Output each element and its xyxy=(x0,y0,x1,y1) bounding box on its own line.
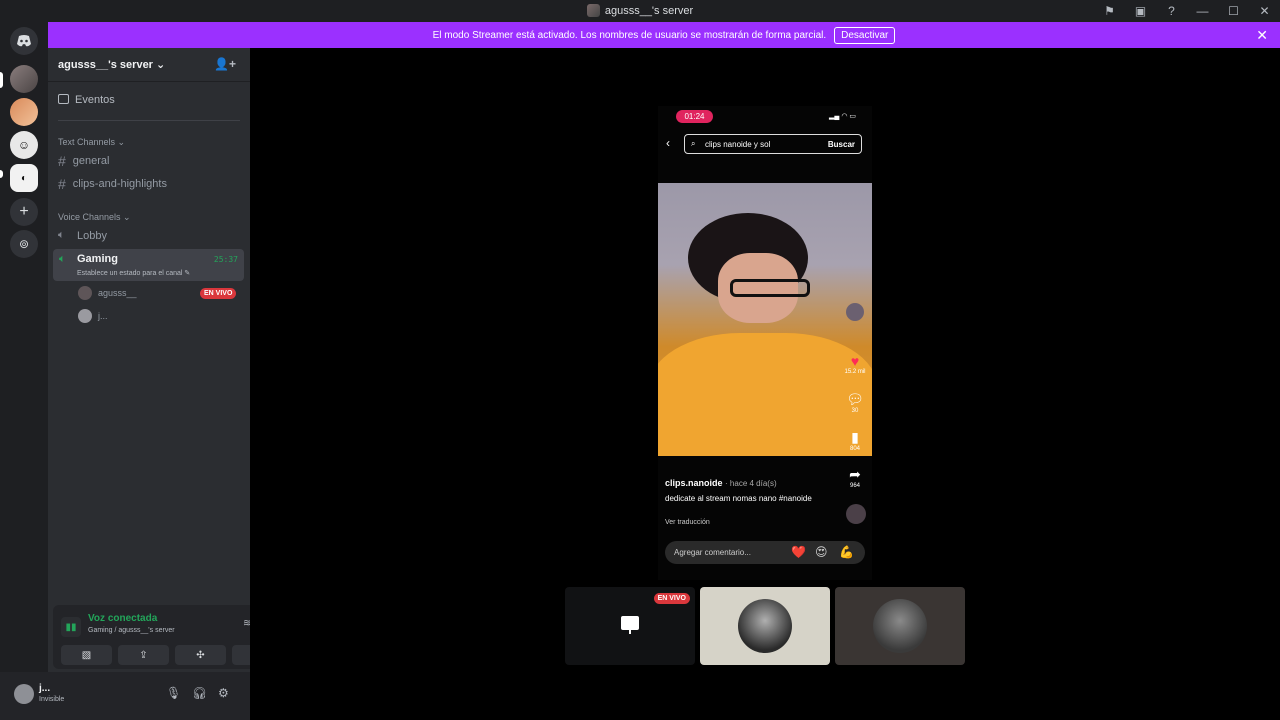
server-name: agusss__'s server ⌄ xyxy=(58,59,166,71)
active-server-pill xyxy=(0,72,3,88)
discord-home-icon[interactable] xyxy=(10,27,38,55)
server-icon-4[interactable]: ◐ xyxy=(10,164,38,192)
calendar-icon xyxy=(58,94,69,104)
window-title: agusss__'s server xyxy=(0,4,1280,17)
heart-eyes-emoji: 😍 xyxy=(815,545,828,559)
comment-field: Agregar comentario... ❤️ 😍 💪 xyxy=(665,541,865,564)
inbox-icon[interactable]: ▣ xyxy=(1125,0,1156,22)
screen-share-tile[interactable]: EN VIVO xyxy=(565,587,695,665)
help-icon[interactable]: ? xyxy=(1156,0,1187,22)
speaker-icon: 🔈︎ xyxy=(58,229,65,241)
comment-icon: 💬︎ 30 xyxy=(846,391,864,414)
banner-text: El modo Streamer está activado. Los nomb… xyxy=(432,29,827,41)
microphone-icon[interactable]: 🎙︎ xyxy=(166,686,181,700)
inbox-flag-icon[interactable]: ⚑ xyxy=(1094,0,1125,22)
server-header[interactable]: agusss__'s server ⌄ 👤+ xyxy=(48,48,250,82)
maximize-icon[interactable]: ☐ xyxy=(1218,0,1249,22)
user-status: Invisible xyxy=(39,696,65,703)
avatar[interactable] xyxy=(14,684,34,704)
voice-connected-subtitle: Gaming / agusss__'s server xyxy=(88,627,175,634)
voice-channels-category[interactable]: Voice Channels ⌄ xyxy=(58,212,131,223)
user-panel: j... Invisible 🎙︎ 🎧︎ ⚙ xyxy=(0,672,250,720)
hash-icon: # xyxy=(58,153,66,169)
bookmark-icon: ▮ 804 xyxy=(849,429,860,452)
channel-sidebar: agusss__'s server ⌄ 👤+ Eventos Text Chan… xyxy=(48,48,293,720)
voice-user[interactable]: agusss__ xyxy=(78,286,137,300)
search-icon: ⌕ xyxy=(691,139,696,148)
streamed-phone-screen: 01:24 ▂▄ ◠ ▭ ‹ ⌕ clips nanoide y sol Bus… xyxy=(658,106,872,580)
divider xyxy=(58,120,240,121)
invite-people-icon[interactable]: 👤+ xyxy=(214,57,236,71)
channel-name: Gaming xyxy=(77,253,118,265)
speaker-icon: 🔈︎ xyxy=(59,253,66,265)
phone-status-icons: ▂▄ ◠ ▭ xyxy=(829,113,856,120)
post-caption: dedicate al stream nomas nano #nanoide xyxy=(665,494,812,503)
channel-general[interactable]: # general xyxy=(58,153,110,169)
window-controls: ⚑ ▣ ? — ☐ ✕ xyxy=(1094,0,1280,22)
headphones-icon[interactable]: 🎧︎ xyxy=(192,686,207,700)
voice-connected-title[interactable]: Voz conectada xyxy=(88,613,157,624)
voice-channel-lobby[interactable]: 🔈︎ Lobby xyxy=(58,229,107,242)
avatar xyxy=(78,309,92,323)
screen-icon xyxy=(621,616,639,634)
search-row: ‹ ⌕ clips nanoide y sol Buscar xyxy=(666,134,864,154)
search-box: ⌕ clips nanoide y sol Buscar xyxy=(684,134,862,154)
discover-icon[interactable]: ⊚ xyxy=(10,230,38,258)
avatar xyxy=(738,599,792,653)
video-glasses xyxy=(730,279,810,297)
minimize-icon[interactable]: — xyxy=(1187,0,1218,22)
flexed-bicep-emoji: 💪 xyxy=(839,545,854,559)
channel-clips-and-highlights[interactable]: # clips-and-highlights xyxy=(58,176,167,192)
music-disc-icon xyxy=(846,504,866,524)
screen-share-icon[interactable]: ⇪ xyxy=(118,645,169,665)
status-clock: 01:24 xyxy=(676,110,713,123)
voice-user[interactable]: j... xyxy=(78,309,108,323)
unread-pill xyxy=(0,170,3,178)
username: j... xyxy=(39,683,51,694)
translate-link: Ver traducción xyxy=(665,519,710,526)
participant-tile[interactable] xyxy=(835,587,965,665)
add-server-icon[interactable]: + xyxy=(10,198,38,226)
video-shirt xyxy=(658,333,872,456)
avatar xyxy=(78,286,92,300)
close-icon[interactable]: ✕ xyxy=(1249,0,1280,22)
search-button: Buscar xyxy=(827,140,855,149)
back-arrow-icon: ‹ xyxy=(666,136,670,150)
heart-emoji: ❤️ xyxy=(791,545,806,559)
server-icon-3[interactable]: ☺ xyxy=(10,131,38,159)
connection-signal-icon[interactable]: ▮▮ xyxy=(61,617,81,637)
creator-avatar-icon xyxy=(844,303,866,323)
server-icon-agusss[interactable] xyxy=(10,65,38,93)
avatar xyxy=(873,599,927,653)
post-author: clips.nanoide · hace 4 día(s) xyxy=(665,478,777,488)
deactivate-button[interactable]: Desactivar xyxy=(834,26,896,44)
server-icon-2[interactable] xyxy=(10,98,38,126)
settings-gear-icon[interactable]: ⚙ xyxy=(218,686,229,700)
like-icon: ♥ 15.2 mil xyxy=(844,353,866,375)
video-frame: ♥ 15.2 mil 💬︎ 30 ▮ 804 xyxy=(658,183,872,456)
camera-off-icon[interactable]: ▧ xyxy=(61,645,112,665)
stream-view[interactable]: 01:24 ▂▄ ◠ ▭ ‹ ⌕ clips nanoide y sol Bus… xyxy=(250,48,1280,720)
voice-channel-gaming[interactable]: 🔈︎ Gaming 25:37 Establece un estado para… xyxy=(53,249,244,281)
comment-placeholder: Agregar comentario... xyxy=(674,548,751,557)
events-item[interactable]: Eventos xyxy=(58,94,115,106)
banner-close-icon[interactable]: ✕ xyxy=(1256,27,1268,44)
title-bar: agusss__'s server ⚑ ▣ ? — ☐ ✕ xyxy=(0,0,1280,22)
hash-icon: # xyxy=(58,176,66,192)
text-channels-category[interactable]: Text Channels ⌄ xyxy=(58,137,125,148)
live-badge: EN VIVO xyxy=(200,288,237,299)
server-icon xyxy=(586,4,600,17)
channel-status-prompt[interactable]: Establece un estado para el canal ✎ xyxy=(77,269,190,277)
live-badge: EN VIVO xyxy=(653,593,690,604)
share-icon: ➦ 964 xyxy=(849,466,861,489)
activities-icon[interactable]: ✣ xyxy=(175,645,226,665)
server-list: ☺ ◐ + ⊚ xyxy=(0,22,48,720)
call-timer: 25:37 xyxy=(213,255,238,264)
participant-tile[interactable] xyxy=(700,587,830,665)
streamer-mode-banner: El modo Streamer está activado. Los nomb… xyxy=(48,22,1280,48)
search-query: clips nanoide y sol xyxy=(705,140,771,149)
